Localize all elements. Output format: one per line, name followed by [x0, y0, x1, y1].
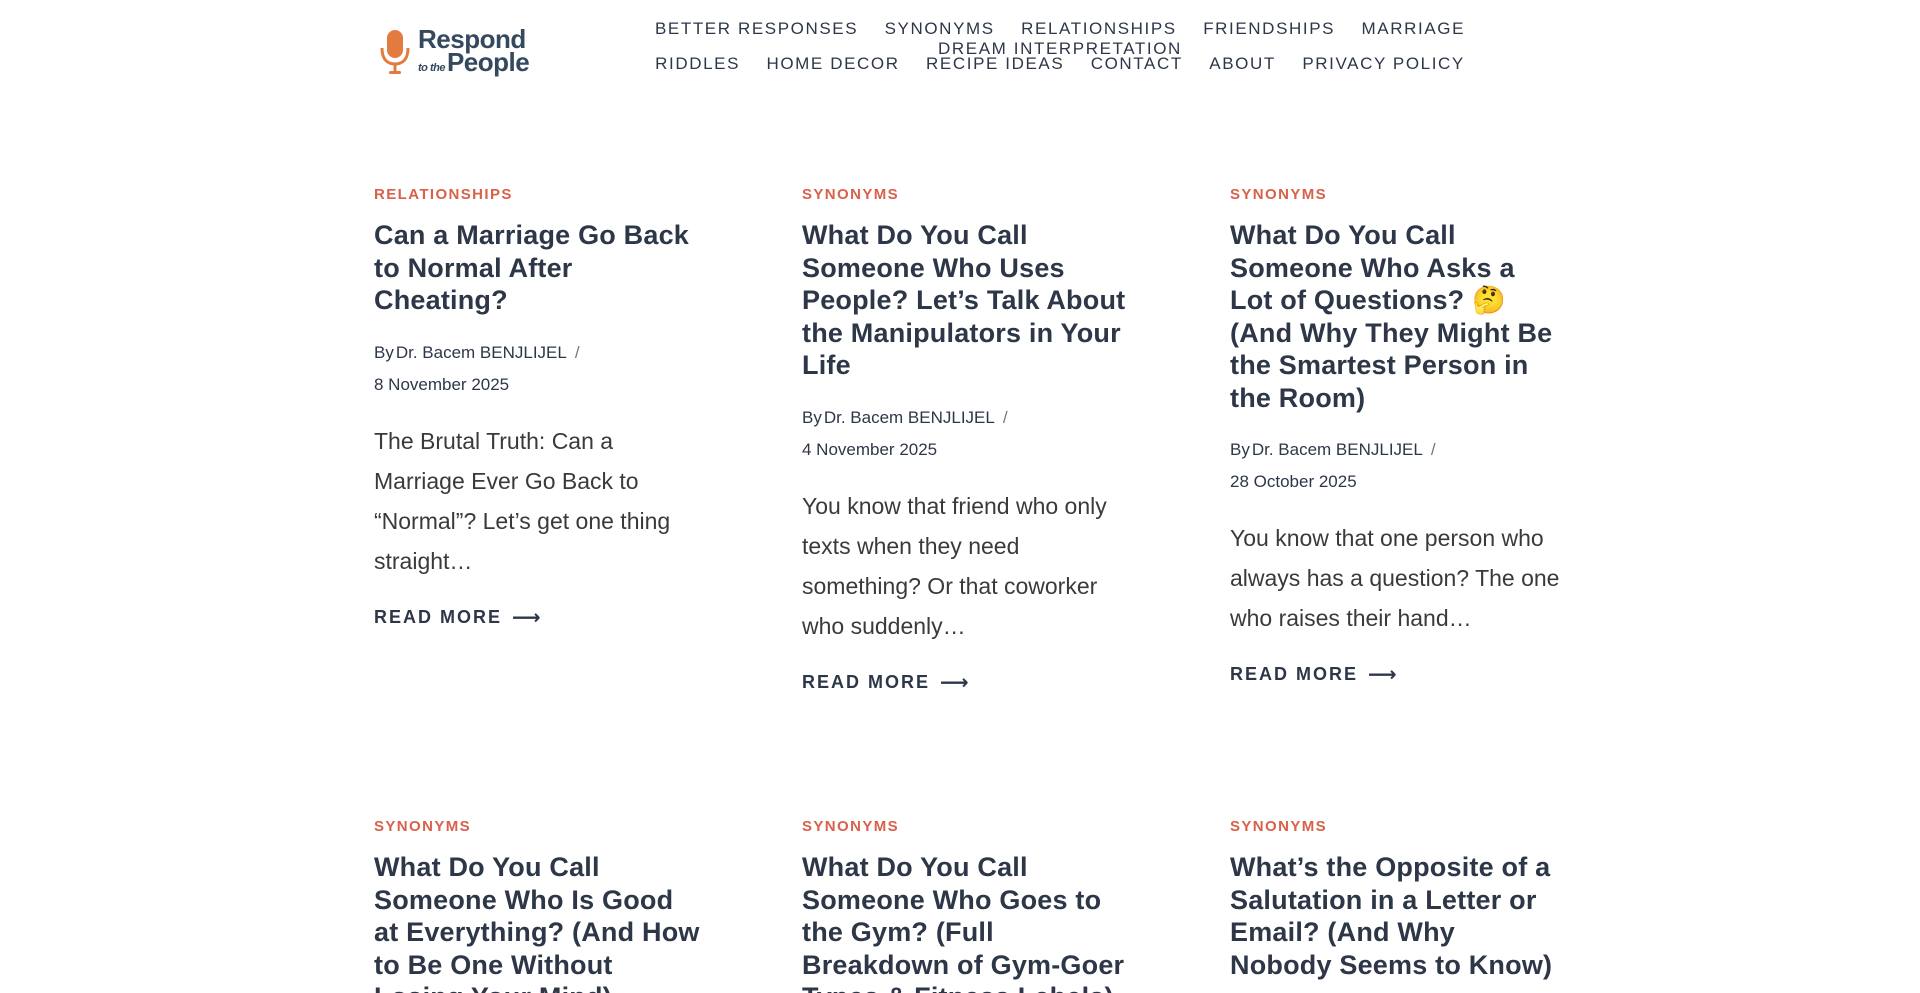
logo-wordmark: Respond to thePeople — [418, 26, 530, 77]
post-title[interactable]: Can a Marriage Go Back to Normal After C… — [374, 219, 704, 317]
arrow-right-icon: ⟶ — [512, 606, 541, 629]
post-title[interactable]: What Do You Call Someone Who Asks a Lot … — [1230, 219, 1560, 414]
post-byline-prefix: By — [1230, 440, 1250, 459]
site-header: Respond to thePeople Better Responses Sy… — [0, 0, 1920, 110]
arrow-right-icon: ⟶ — [1368, 664, 1397, 686]
nav-item-marriage[interactable]: Marriage — [1362, 19, 1465, 39]
nav-item-recipe-ideas[interactable]: Recipe Ideas — [926, 54, 1064, 74]
post-title[interactable]: What Do You Call Someone Who Goes to the… — [802, 851, 1132, 993]
post-card: Synonyms What Do You Call Someone Who As… — [1230, 186, 1560, 687]
site-logo[interactable]: Respond to thePeople — [378, 26, 530, 77]
logo-word-to-the: to the — [418, 62, 445, 74]
nav-item-home-decor[interactable]: Home Decor — [766, 54, 899, 74]
post-author[interactable]: Dr. Bacem BENJLIJEL — [1252, 440, 1423, 459]
read-more-link[interactable]: Read More ⟶ — [802, 670, 969, 695]
primary-nav-row1: Better Responses Synonyms Relationships … — [560, 19, 1560, 59]
read-more-label: Read More — [802, 671, 931, 692]
logo-word-people: People — [446, 47, 530, 77]
logo-line-people: to thePeople — [418, 47, 530, 77]
post-excerpt: You know that one person who always has … — [1230, 525, 1560, 631]
post-meta: By Dr. Bacem BENJLIJEL / 8 November 2025 — [374, 337, 704, 401]
post-card: Synonyms What Do You Call Someone Who Us… — [802, 186, 1132, 695]
post-card: Synonyms What Do You Call Someone Who Go… — [802, 818, 1132, 993]
nav-item-relationships[interactable]: Relationships — [1021, 19, 1177, 39]
post-date: 28 October 2025 — [1230, 472, 1357, 491]
nav-item-friendships[interactable]: Friendships — [1203, 19, 1335, 39]
post-author[interactable]: Dr. Bacem BENJLIJEL — [396, 343, 567, 362]
post-card: Synonyms What’s the Opposite of a Saluta… — [1230, 818, 1560, 993]
arrow-right-icon: ⟶ — [940, 671, 969, 694]
post-title[interactable]: What’s the Opposite of a Salutation in a… — [1230, 851, 1560, 981]
read-more-label: Read More — [374, 606, 503, 627]
post-date: 4 November 2025 — [802, 439, 938, 459]
post-card: Relationships Can a Marriage Go Back to … — [374, 186, 704, 630]
read-more-link[interactable]: Read More ⟶ — [374, 605, 541, 630]
post-meta: By Dr. Bacem BENJLIJEL / 28 October 2025 — [1230, 434, 1560, 498]
post-meta: By Dr. Bacem BENJLIJEL / 4 November 2025 — [802, 402, 1132, 466]
nav-item-contact[interactable]: Contact — [1091, 54, 1183, 74]
primary-nav-row2: Riddles Home Decor Recipe Ideas Contact … — [560, 54, 1560, 74]
post-byline-prefix: By — [374, 342, 394, 362]
read-more-link[interactable]: Read More ⟶ — [1230, 662, 1397, 687]
nav-item-privacy-policy[interactable]: Privacy Policy — [1302, 54, 1465, 74]
post-title[interactable]: What Do You Call Someone Who Uses People… — [802, 219, 1132, 382]
post-title[interactable]: What Do You Call Someone Who Is Good at … — [374, 851, 704, 993]
post-category[interactable]: Synonyms — [802, 818, 1132, 835]
post-category[interactable]: Synonyms — [1230, 818, 1560, 835]
read-more-label: Read More — [1230, 664, 1359, 684]
nav-item-about[interactable]: About — [1209, 54, 1276, 74]
meta-separator: / — [574, 342, 580, 362]
post-category[interactable]: Relationships — [374, 186, 704, 203]
post-byline-prefix: By — [802, 407, 822, 427]
nav-item-riddles[interactable]: Riddles — [655, 54, 740, 74]
post-card: Synonyms What Do You Call Someone Who Is… — [374, 818, 704, 993]
nav-item-better-responses[interactable]: Better Responses — [655, 19, 858, 39]
nav-item-synonyms[interactable]: Synonyms — [885, 19, 995, 39]
post-excerpt: The Brutal Truth: Can a Marriage Ever Go… — [374, 427, 671, 574]
post-category[interactable]: Synonyms — [802, 186, 1132, 203]
post-category[interactable]: Synonyms — [374, 818, 704, 835]
meta-separator: / — [1430, 440, 1436, 459]
post-excerpt: You know that friend who only texts when… — [802, 492, 1107, 639]
microphone-icon — [380, 29, 410, 74]
post-date: 8 November 2025 — [374, 374, 510, 394]
post-author[interactable]: Dr. Bacem BENJLIJEL — [824, 408, 995, 427]
post-category[interactable]: Synonyms — [1230, 186, 1560, 203]
meta-separator: / — [1002, 407, 1008, 427]
